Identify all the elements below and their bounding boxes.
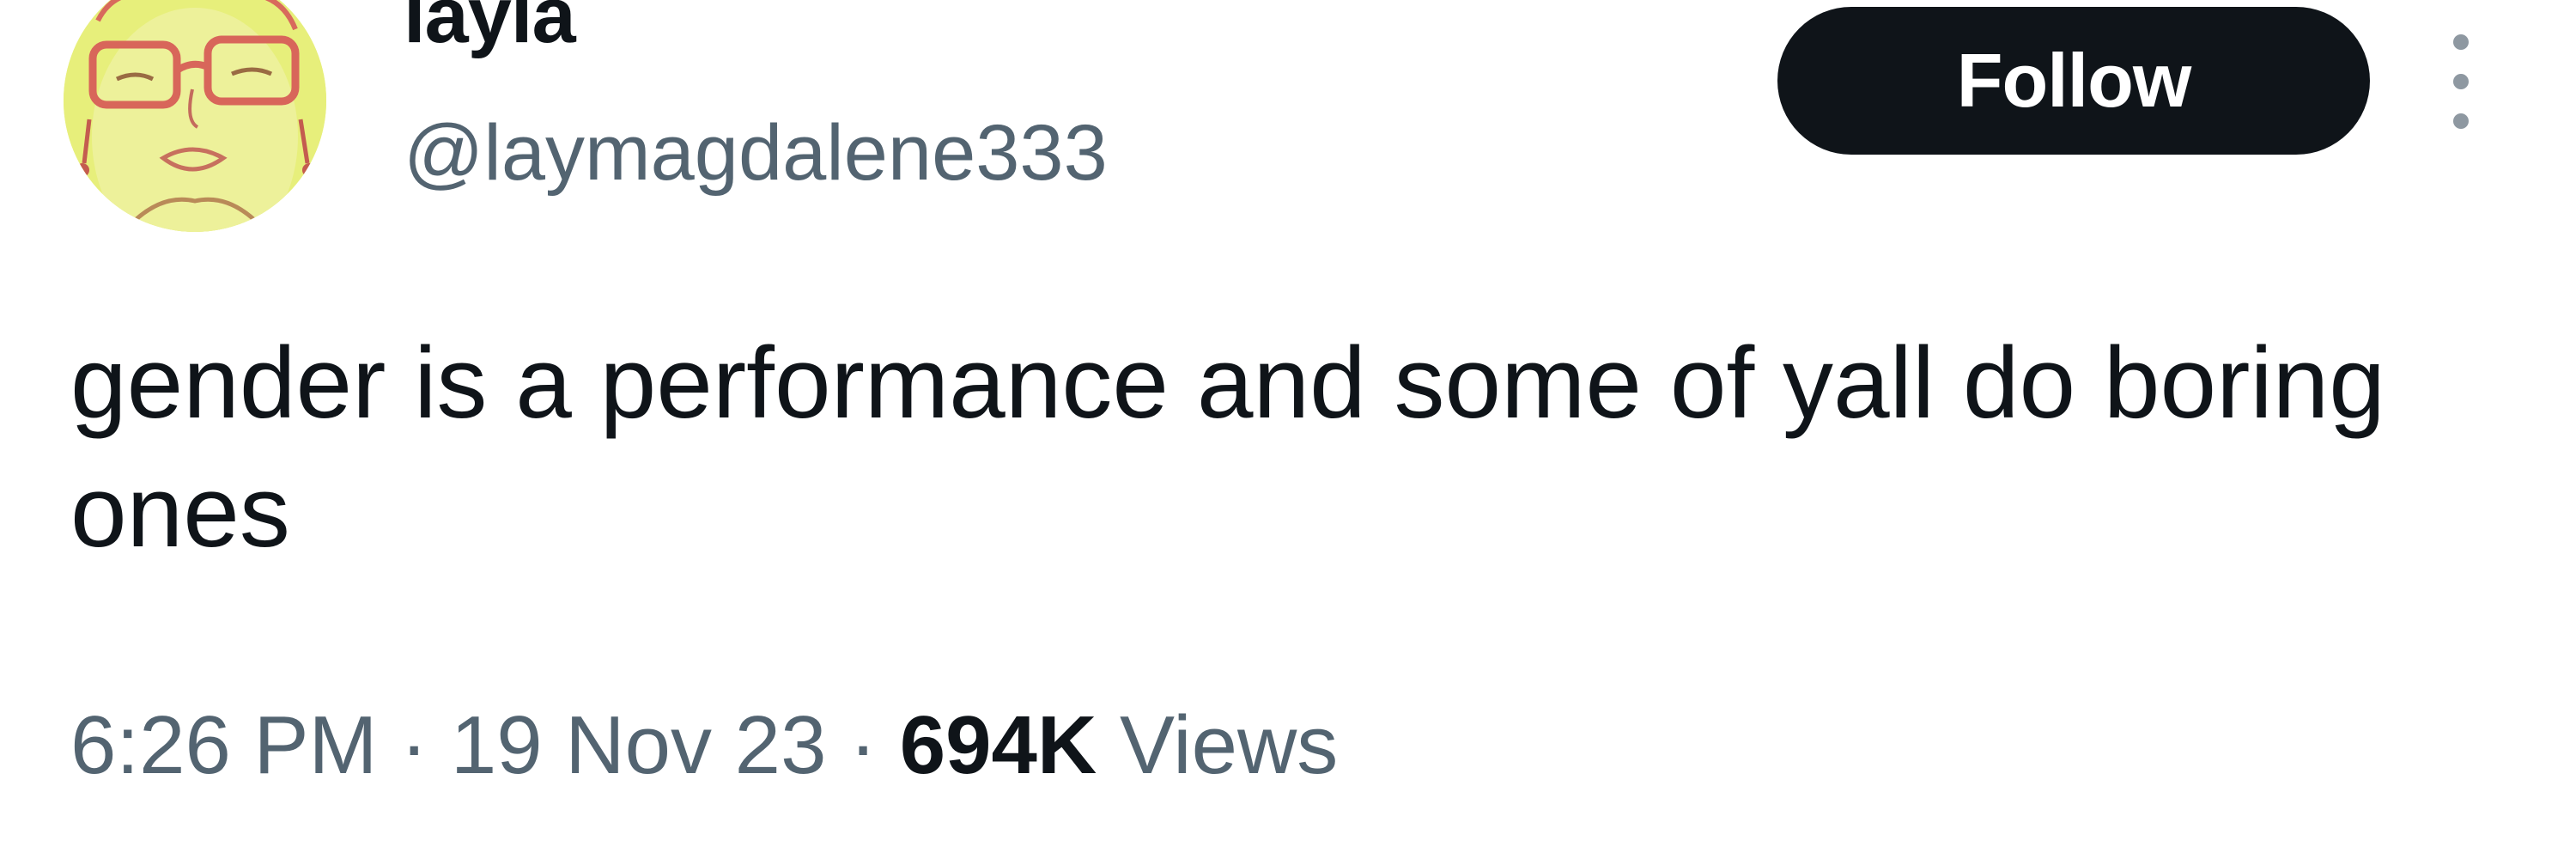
author-avatar[interactable] [64,0,326,232]
meta-separator: · [849,699,878,791]
views-count[interactable]: 694K [900,699,1097,791]
more-dot-icon [2453,74,2469,89]
tweet-date[interactable]: 19 Nov 23 [451,699,827,791]
tweet-text: gender is a performance and some of yall… [70,326,2385,569]
views-label: Views [1119,699,1339,791]
tweet: layla @laymagdalene333 Follow gender is … [0,0,2576,859]
more-options-button[interactable] [2444,34,2478,129]
author-handle[interactable]: @laymagdalene333 [404,113,1108,192]
follow-button[interactable]: Follow [1777,7,2370,155]
meta-separator: · [400,699,428,791]
author-display-name[interactable]: layla [404,0,576,55]
avatar-face-icon [64,0,326,232]
more-dot-icon [2453,113,2469,129]
tweet-time[interactable]: 6:26 PM [70,699,378,791]
more-dot-icon [2453,34,2469,50]
tweet-meta: 6:26 PM · 19 Nov 23 · 694K Views [70,704,1338,787]
